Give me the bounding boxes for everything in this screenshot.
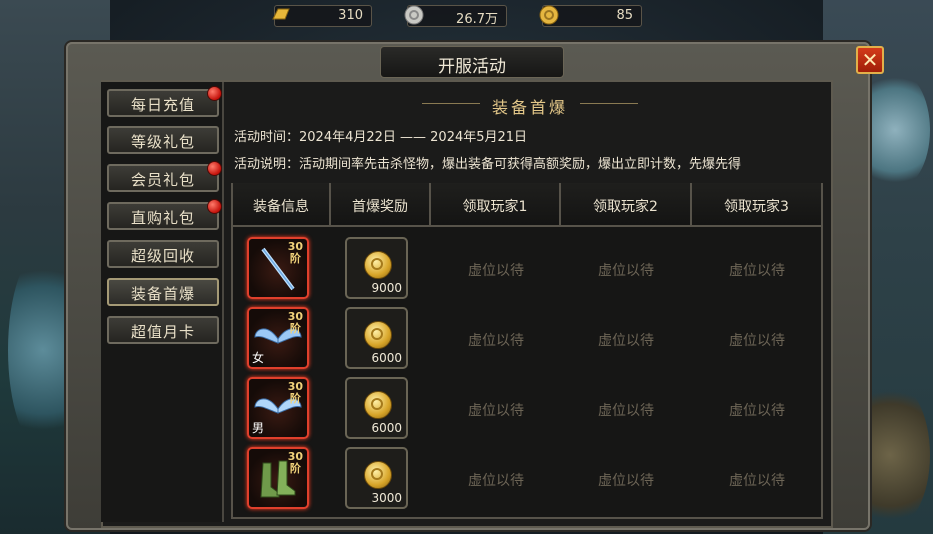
sidebar-item-super-recycle[interactable]: 超级回收 [107,240,219,268]
sidebar-item-label: 等级礼包 [130,133,195,151]
reward-amount: 6000 [371,421,402,435]
reward-amount: 6000 [371,351,402,365]
tier-label: 30 阶 [287,380,303,405]
sidebar-item-monthly-card[interactable]: 超值月卡 [107,316,219,344]
gender-label: 女 [252,351,265,365]
notification-dot [207,199,222,214]
player-slot: 虚位以待 [468,403,524,419]
gold-ingot-icon [272,8,290,20]
activity-time: 活动时间：2024年4月22日 —— 2024年5月21日 [234,130,528,145]
resource-gold-ingot: 310 [272,5,372,27]
reward-amount: 3000 [371,491,402,505]
player-slot: 虚位以待 [468,473,524,489]
title-ornament-right [580,103,638,104]
tier-label: 30 阶 [287,450,303,475]
reward-amount: 9000 [371,281,402,295]
reward-slot[interactable]: 9000 [345,237,408,299]
activity-description: 活动说明：活动期间率先击杀怪物，爆出装备可获得高额奖励，爆出立即计数，先爆先得 [234,157,742,172]
sidebar-item-equipment-first-drop[interactable]: 装备首爆 [107,278,219,306]
resource-gold-ingot-value: 310 [338,8,363,23]
reward-slot[interactable]: 3000 [345,447,408,509]
table-header-cell: 领取玩家1 [431,183,561,227]
owl-creature-right [860,70,930,190]
gender-label: 男 [252,421,265,435]
sidebar-item-direct-buy-gift[interactable]: 直购礼包 [107,199,222,230]
notification-dot [207,86,222,101]
sidebar-item-label: 装备首爆 [130,285,195,303]
tier-label: 30 阶 [287,240,303,265]
resource-gold-coin-value: 85 [616,8,633,23]
close-icon: ✕ [861,48,879,72]
table-header-cell: 首爆奖励 [331,183,431,227]
player-slot: 虚位以待 [598,473,654,489]
player-slot: 虚位以待 [598,333,654,349]
sidebar-item-label: 超值月卡 [130,323,195,341]
resource-silver: 26.7万 [404,5,507,27]
sidebar-item-label: 会员礼包 [130,171,195,189]
rewards-table [231,183,823,519]
equipment-slot[interactable]: 30 阶 女 [247,307,309,369]
sidebar-item-label: 每日充值 [130,96,195,114]
player-slot: 虚位以待 [729,403,785,419]
reward-slot[interactable]: 6000 [345,307,408,369]
equipment-slot[interactable]: 30 阶 男 [247,377,309,439]
sidebar-item-vip-gift[interactable]: 会员礼包 [107,161,222,192]
gold-coin-icon [364,391,392,419]
gold-coin-icon [364,321,392,349]
gold-coin-icon [539,5,559,25]
table-header-cell: 装备信息 [233,183,331,227]
sidebar-item-label: 超级回收 [130,247,195,265]
sidebar-item-label: 直购礼包 [130,209,195,227]
equipment-slot[interactable]: 30 阶 [247,447,309,509]
player-slot: 虚位以待 [729,263,785,279]
player-slot: 虚位以待 [598,403,654,419]
notification-dot [207,161,222,176]
resource-gold-coin: 85 [539,5,642,27]
window-title: 开服活动 [438,57,506,77]
equipment-slot[interactable]: 30 阶 [247,237,309,299]
table-header-cell: 领取玩家2 [561,183,692,227]
sidebar-item-level-gift[interactable]: 等级礼包 [107,126,219,154]
player-slot: 虚位以待 [468,333,524,349]
silver-coin-icon [404,5,424,25]
sidebar-item-daily-recharge[interactable]: 每日充值 [107,86,222,117]
close-button[interactable]: ✕ [856,46,884,74]
reward-slot[interactable]: 6000 [345,377,408,439]
window-titlebar: 开服活动 [380,46,564,78]
content-title: 装备首爆 [491,98,568,117]
resource-silver-value: 26.7万 [456,12,498,27]
player-slot: 虚位以待 [598,263,654,279]
player-slot: 虚位以待 [729,473,785,489]
tier-label: 30 阶 [287,310,303,335]
table-header-cell: 领取玩家3 [692,183,821,227]
player-slot: 虚位以待 [729,333,785,349]
gold-coin-icon [364,251,392,279]
player-slot: 虚位以待 [468,263,524,279]
gold-coin-icon [364,461,392,489]
